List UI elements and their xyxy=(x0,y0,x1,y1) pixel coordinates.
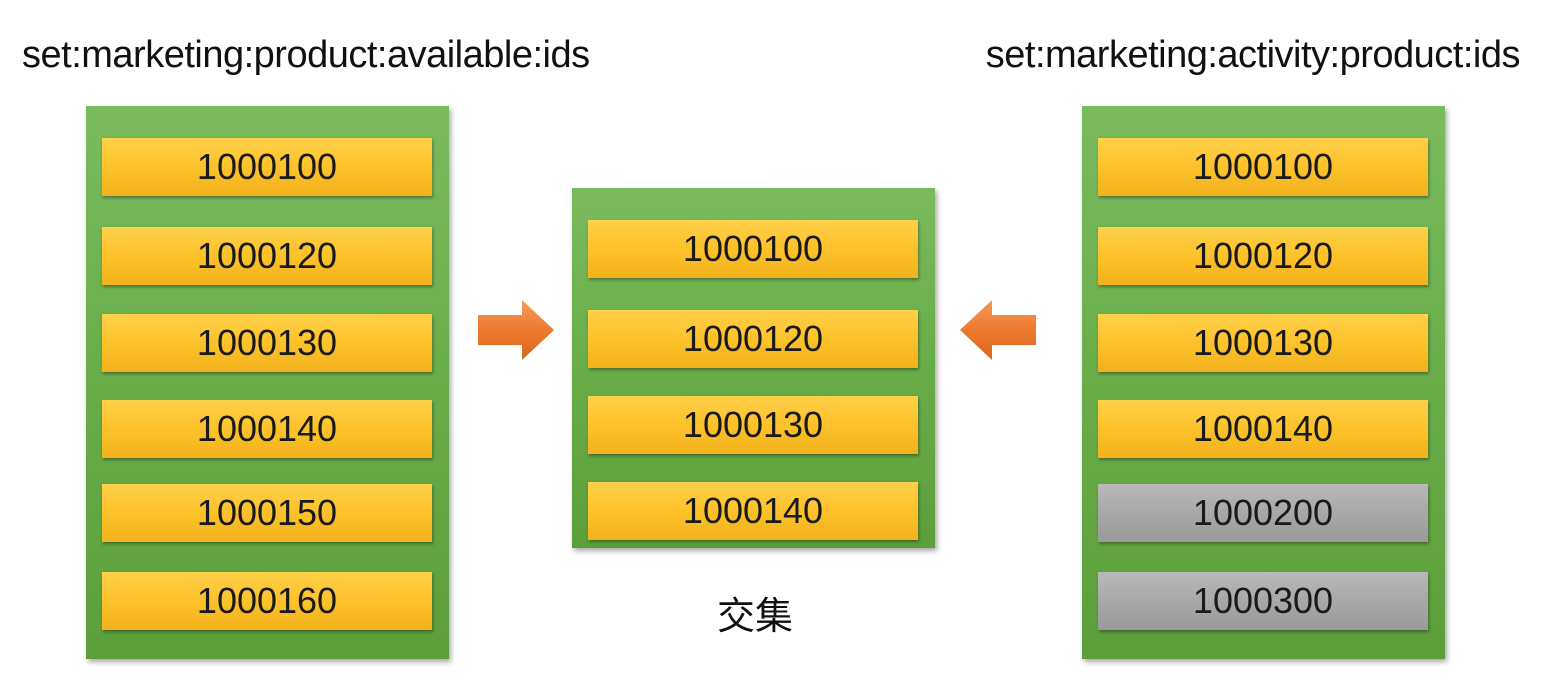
right-set-title: set:marketing:activity:product:ids xyxy=(985,34,1521,76)
left-set-title: set:marketing:product:available:ids xyxy=(22,34,590,76)
left-set-item: 1000130 xyxy=(102,314,432,372)
intersection-set-item: 1000100 xyxy=(588,220,918,278)
intersection-set-item: 1000130 xyxy=(588,396,918,454)
intersection-set-item: 1000120 xyxy=(588,310,918,368)
left-set-item: 1000160 xyxy=(102,572,432,630)
left-set-box: 1000100 1000120 1000130 1000140 1000150 … xyxy=(86,106,449,659)
right-set-item: 1000130 xyxy=(1098,314,1428,372)
right-set-item: 1000120 xyxy=(1098,227,1428,285)
left-set-item: 1000150 xyxy=(102,484,432,542)
intersection-set-box: 1000100 1000120 1000130 1000140 xyxy=(572,188,935,548)
right-set-item: 1000200 xyxy=(1098,484,1428,542)
left-set-item: 1000140 xyxy=(102,400,432,458)
left-set-item: 1000120 xyxy=(102,227,432,285)
right-set-box: 1000100 1000120 1000130 1000140 1000200 … xyxy=(1082,106,1445,659)
right-set-item: 1000100 xyxy=(1098,138,1428,196)
arrow-left-icon xyxy=(960,300,1036,360)
right-set-item: 1000140 xyxy=(1098,400,1428,458)
intersection-set-item: 1000140 xyxy=(588,482,918,540)
intersection-label: 交集 xyxy=(716,594,793,638)
arrow-right-icon xyxy=(478,300,554,360)
left-set-item: 1000100 xyxy=(102,138,432,196)
right-set-item: 1000300 xyxy=(1098,572,1428,630)
